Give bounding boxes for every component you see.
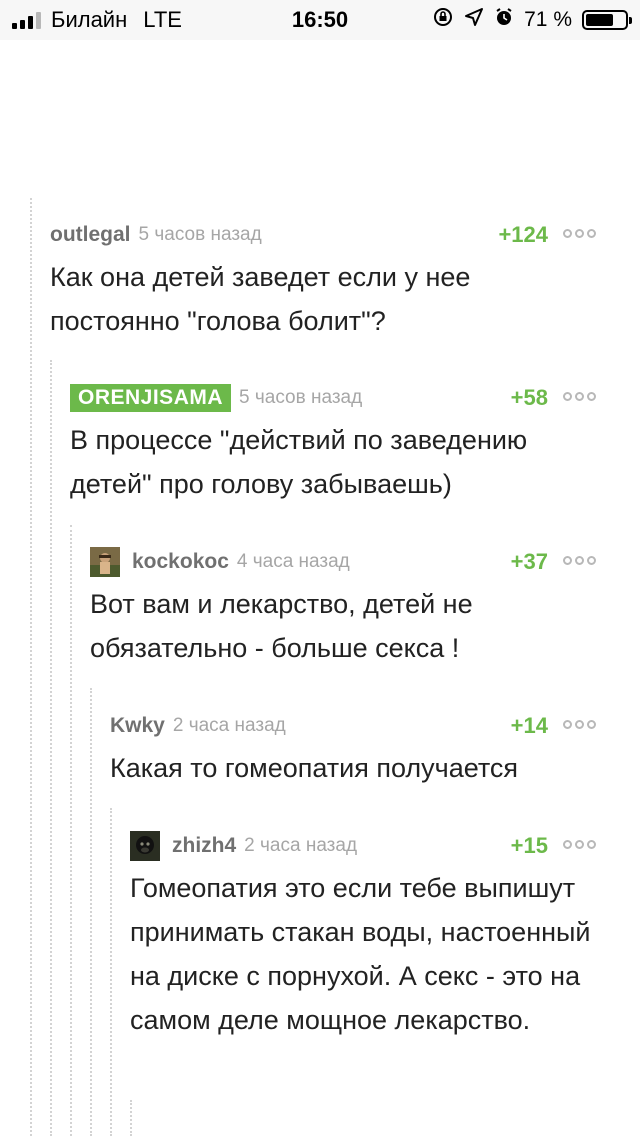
- screen: Билайн LTE 16:50 71 % outlegal 5 часов н…: [0, 0, 640, 1136]
- status-right: 71 %: [432, 0, 632, 40]
- comment-text: Какая то гомеопатия получается: [110, 753, 519, 783]
- comment-time: 5 часов назад: [138, 224, 262, 245]
- comment-author[interactable]: outlegal: [50, 223, 131, 247]
- battery-fill: [586, 14, 613, 26]
- comment-rating: +14: [510, 713, 548, 738]
- more-options-icon[interactable]: [563, 392, 596, 401]
- comment: zhizh4 2 часа назад +15 Гомеопатия это е…: [130, 826, 596, 1042]
- thread-line: [70, 525, 72, 1136]
- comment-rating: +15: [510, 833, 548, 858]
- alarm-clock-icon: [494, 7, 514, 33]
- comment-author[interactable]: zhizh4: [172, 834, 236, 858]
- more-options-icon[interactable]: [563, 229, 596, 238]
- comment-text: Гомеопатия это если тебе выпишут принима…: [130, 873, 591, 1035]
- rotation-lock-icon: [432, 6, 454, 34]
- more-options-icon[interactable]: [563, 840, 596, 849]
- location-arrow-icon: [464, 7, 484, 33]
- comment-header: outlegal 5 часов назад +124: [50, 215, 596, 255]
- comment-author[interactable]: kockokoc: [132, 550, 229, 574]
- comment-rating: +58: [510, 385, 548, 410]
- avatar[interactable]: [90, 547, 120, 577]
- comment-rating: +124: [498, 222, 548, 247]
- comment-text: Как она детей заведет если у нее постоян…: [50, 262, 471, 336]
- comment-time: 2 часа назад: [172, 715, 286, 736]
- comment: outlegal 5 часов назад +124 Как она дете…: [50, 215, 596, 343]
- comment-header: Kwky 2 часа назад +14: [110, 706, 596, 746]
- comment-header: kockokoc 4 часа назад +37: [90, 542, 596, 582]
- comment: kockokoc 4 часа назад +37 Вот вам и лека…: [90, 542, 596, 670]
- thread-line: [30, 198, 32, 1136]
- status-bar: Билайн LTE 16:50 71 %: [0, 0, 640, 40]
- comment-time: 2 часа назад: [244, 835, 358, 856]
- more-options-icon[interactable]: [563, 720, 596, 729]
- comment-author[interactable]: ORENJISAMA: [70, 384, 232, 412]
- comment-rating: +37: [510, 549, 548, 574]
- thread-line: [110, 808, 112, 1136]
- avatar[interactable]: [130, 831, 160, 861]
- comment-header: ORENJISAMA 5 часов назад +58: [70, 378, 596, 418]
- comment-text: В процессе "действий по заведению детей"…: [70, 425, 528, 499]
- comment: ORENJISAMA 5 часов назад +58 В процессе …: [70, 378, 596, 506]
- comment-author[interactable]: Kwky: [110, 714, 165, 738]
- comment: Kwky 2 часа назад +14 Какая то гомеопати…: [110, 706, 596, 790]
- thread-line: [130, 1100, 132, 1136]
- more-options-icon[interactable]: [563, 556, 596, 565]
- comment-text: Вот вам и лекарство, детей не обязательн…: [90, 589, 473, 663]
- battery-percent: 71 %: [524, 8, 572, 31]
- thread-line: [50, 360, 52, 1136]
- comment-header: zhizh4 2 часа назад +15: [130, 826, 596, 866]
- battery-icon: [582, 10, 632, 30]
- comment-time: 5 часов назад: [239, 387, 363, 408]
- comment-time: 4 часа назад: [236, 551, 350, 572]
- thread-line: [90, 688, 92, 1136]
